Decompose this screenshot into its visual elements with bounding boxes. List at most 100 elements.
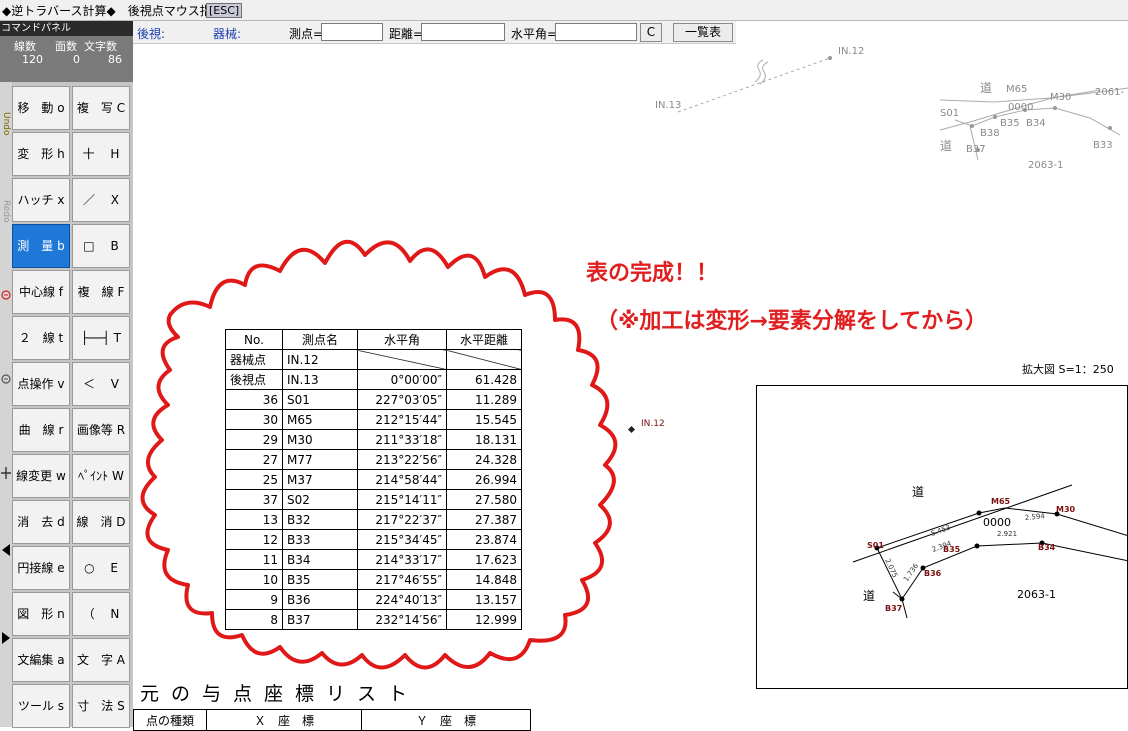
cmd-erase[interactable]: 消 去 d: [12, 500, 70, 544]
cmd-centerline[interactable]: 中心線 f: [12, 270, 70, 314]
instrument-label: 器械:: [213, 27, 242, 41]
row-hangle: 211°33′18″: [357, 429, 447, 450]
survey-table: No. 測点名 水平角 水平距離 器械点 IN.12 後視点 IN.13 0°0…: [225, 329, 522, 630]
bg-label-b38: B38: [980, 128, 1000, 139]
cmd-point-ops[interactable]: 点操作 v: [12, 362, 70, 406]
table-row: 36 S01 227°03′05″ 11.289: [225, 389, 522, 410]
cmd-arc[interactable]: （ N: [72, 592, 130, 636]
col-station: 測点名: [282, 329, 358, 350]
cmd-text[interactable]: 文 字 A: [72, 638, 130, 682]
zoom-label-road-lower: 道: [863, 589, 875, 603]
cmd-curve[interactable]: 曲 線 r: [12, 408, 70, 452]
bg-label-s01: S01: [940, 108, 959, 119]
col-hdist: 水平距離: [446, 329, 522, 350]
zoom-label-m65: M65: [991, 497, 1011, 506]
table-row: 13 B32 217°22′37″ 27.387: [225, 509, 522, 530]
cmd-cross[interactable]: 十 H: [72, 132, 130, 176]
background-drawing: IN.12 IN.13 道 M65 M30 2061- S01 0000 B35…: [655, 46, 1128, 171]
row-hangle: 217°22′37″: [357, 509, 447, 530]
cmd-line[interactable]: ／ X: [72, 178, 130, 222]
col-no: No.: [225, 329, 283, 350]
cmd-tools[interactable]: ツール s: [12, 684, 70, 728]
cmd-line-erase[interactable]: 線 消 D: [72, 500, 130, 544]
col-hangle: 水平角: [357, 329, 447, 350]
cmd-dimension[interactable]: 寸 法 S: [72, 684, 130, 728]
cmd-shape[interactable]: 図 形 n: [12, 592, 70, 636]
cmd-move[interactable]: 移 動 o: [12, 86, 70, 130]
zoom-label-0000: 0000: [983, 516, 1011, 529]
bg-label-2063: 2063-1: [1028, 160, 1063, 171]
cmd-double-line[interactable]: 複 線 F: [72, 270, 130, 314]
cmd-circle[interactable]: ○ E: [72, 546, 130, 590]
row-hangle: 214°58′44″: [357, 469, 447, 490]
row-station: S02: [282, 489, 358, 510]
row-hangle: 217°46′55″: [357, 569, 447, 590]
row-no: 25: [225, 469, 283, 490]
row-hdist: 13.157: [446, 589, 522, 610]
bg-label-0000: 0000: [1008, 102, 1033, 113]
bg-label-b35: B35: [1000, 118, 1020, 129]
cmd-survey[interactable]: 測 量 b: [12, 224, 70, 268]
distance-input[interactable]: [421, 23, 505, 41]
table-row: 27 M77 213°22′56″ 24.328: [225, 449, 522, 470]
bg-label-2061: 2061-: [1095, 87, 1124, 98]
row-no: 27: [225, 449, 283, 470]
cmd-circle-tangent[interactable]: 円接線 e: [12, 546, 70, 590]
zoom-scale-label: 拡大図 S=1：250: [1022, 363, 1114, 376]
row-hangle: 232°14′56″: [357, 609, 447, 630]
triangle-right-icon[interactable]: [2, 632, 10, 644]
row-hangle-empty: [357, 349, 447, 370]
cmd-paint[interactable]: ﾍﾟｲﾝﾄ W: [72, 454, 130, 498]
station-input[interactable]: [321, 23, 383, 41]
row-hdist: 17.623: [446, 549, 522, 570]
row-station: M37: [282, 469, 358, 490]
hangle-label: 水平角=: [511, 27, 558, 41]
annotation-note: （※加工は変形→要素分解をしてから）: [596, 309, 988, 334]
row-hangle: 212°15′44″: [357, 409, 447, 430]
table-row: 後視点 IN.13 0°00′00″ 61.428: [225, 369, 522, 390]
stat-value-faces: 0: [73, 53, 80, 66]
distance-label: 距離=: [389, 27, 424, 41]
col-point-type: 点の種類: [133, 709, 207, 731]
row-station: IN.12: [282, 349, 358, 370]
cmd-image[interactable]: 画像等 R: [72, 408, 130, 452]
zoom-label-b36: B36: [924, 569, 942, 578]
row-station: B37: [282, 609, 358, 630]
zoom-in-icon[interactable]: [1, 288, 11, 302]
table-row: 37 S02 215°14′11″ 27.580: [225, 489, 522, 510]
redo-label[interactable]: Redo: [1, 200, 11, 223]
stat-header-faces: 面数: [55, 40, 77, 53]
row-no: 30: [225, 409, 283, 430]
row-station: IN.13: [282, 369, 358, 390]
row-hdist: 11.289: [446, 389, 522, 410]
cmd-angle[interactable]: ＜ V: [72, 362, 130, 406]
triangle-left-icon[interactable]: [2, 544, 10, 556]
esc-indicator[interactable]: [ESC]: [206, 3, 243, 18]
col-y-coord: Ｙ 座 標: [361, 709, 531, 731]
zoom-out-icon[interactable]: [1, 372, 11, 386]
row-hangle: 215°14′11″: [357, 489, 447, 510]
bg-label-m65: M65: [1006, 84, 1027, 95]
bg-label-in13: IN.13: [655, 100, 681, 111]
cmd-text-edit[interactable]: 文編集 a: [12, 638, 70, 682]
row-no: 12: [225, 529, 283, 550]
row-station: B33: [282, 529, 358, 550]
row-hdist: 27.387: [446, 509, 522, 530]
stat-value-lines: 120: [22, 53, 43, 66]
cmd-hatch[interactable]: ハッチ x: [12, 178, 70, 222]
row-type: 後視点: [225, 369, 283, 390]
cmd-copy[interactable]: 複 写 C: [72, 86, 130, 130]
move-cross-icon[interactable]: [1, 467, 11, 479]
stat-header-lines: 線数: [14, 40, 36, 53]
undo-label[interactable]: Undo: [1, 112, 11, 136]
cmd-dimension-line[interactable]: ├──┤ T: [72, 316, 130, 360]
cmd-two-line[interactable]: ２ 線 t: [12, 316, 70, 360]
cmd-line-change[interactable]: 線変更 w: [12, 454, 70, 498]
hangle-input[interactable]: [555, 23, 637, 41]
row-station: B35: [282, 569, 358, 590]
cmd-transform[interactable]: 変 形 h: [12, 132, 70, 176]
cmd-rect[interactable]: □ B: [72, 224, 130, 268]
zoom-label-road-upper: 道: [912, 485, 924, 499]
stat-header-chars: 文字数: [84, 40, 117, 53]
zoom-label-m30: M30: [1056, 505, 1076, 514]
